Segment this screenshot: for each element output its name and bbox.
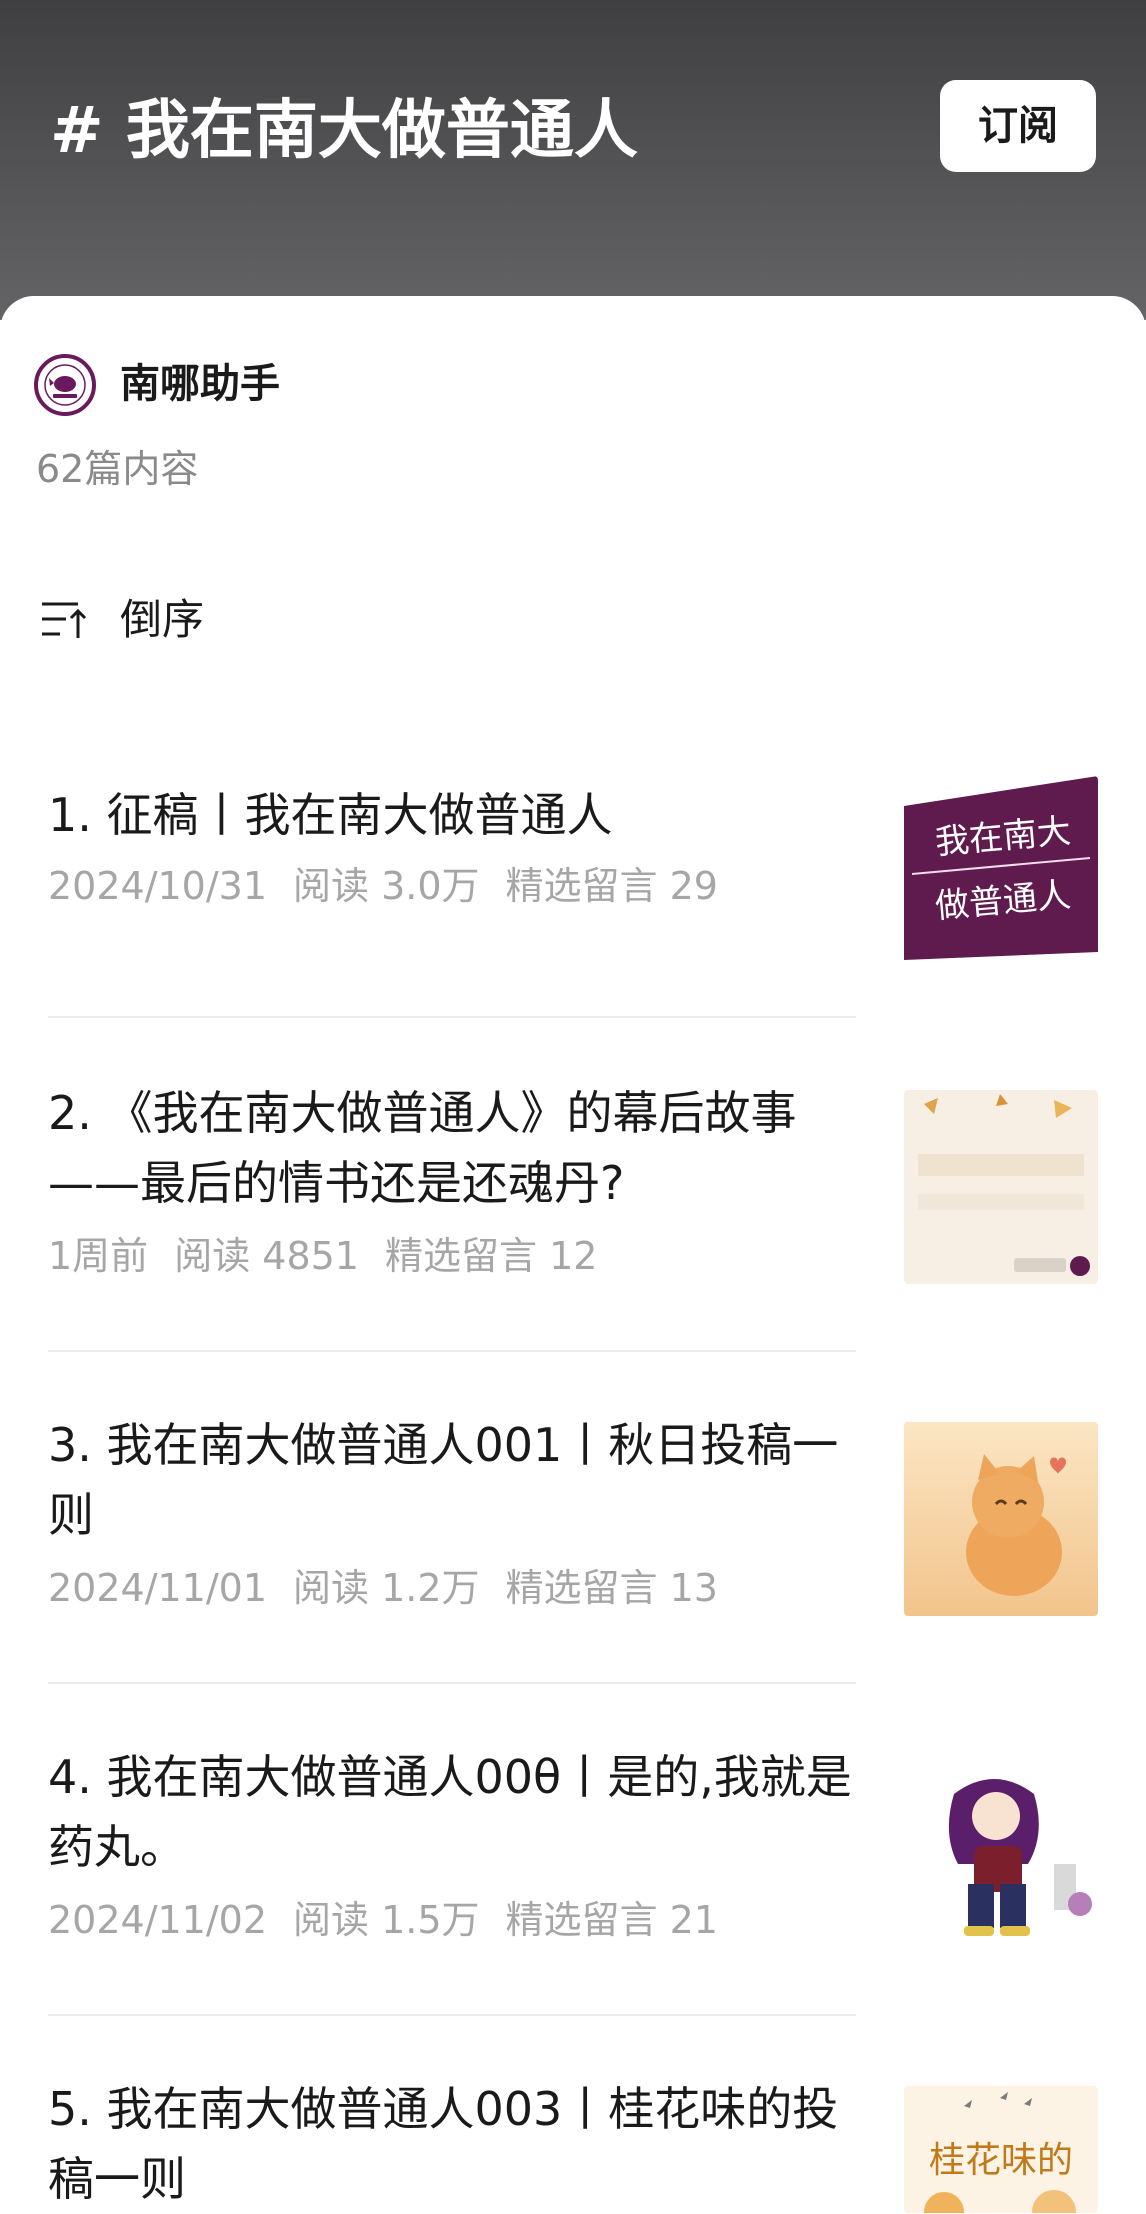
sort-label: 倒序	[120, 595, 205, 644]
sort-icon	[42, 602, 87, 638]
article-reads: 阅读 1.5万	[293, 1898, 480, 1942]
article-comments: 精选留言 12	[384, 1234, 598, 1278]
article-date: 2024/11/02	[48, 1898, 268, 1942]
divider	[48, 1682, 856, 1684]
article-meta: 2024/11/01 阅读 1.2万 精选留言 13	[48, 1562, 744, 1614]
account-avatar-icon[interactable]	[34, 354, 96, 416]
article-date: 2024/11/01	[48, 1566, 268, 1610]
account-name[interactable]: 南哪助手	[120, 356, 280, 412]
content-count: 62篇内容	[36, 447, 199, 491]
article-title[interactable]: 5. 我在南大做普通人003丨桂花味的投稿一则	[48, 2074, 868, 2214]
article-comments: 精选留言 21	[505, 1898, 718, 1942]
article-title[interactable]: 4. 我在南大做普通人00θ丨是的,我就是药丸。	[48, 1742, 868, 1882]
article-date: 1周前	[48, 1234, 149, 1278]
divider	[48, 2014, 856, 2016]
topic-title: # 我在南大做普通人	[50, 94, 638, 168]
osmanthus-thumbnail[interactable]: 桂花味的	[904, 2086, 1098, 2213]
purple-banner-thumbnail[interactable]: 我在南大 做普通人	[904, 776, 1098, 970]
article-meta: 2024/11/02 阅读 1.5万 精选留言 21	[48, 1894, 744, 1946]
content-card: 南哪助手 62篇内容 倒序 1. 征稿丨我在南大做普通人 2024/10/31 阅…	[0, 296, 1146, 2213]
article-reads: 阅读 3.0万	[293, 864, 480, 908]
divider	[48, 1016, 856, 1018]
article-comments: 精选留言 13	[505, 1566, 718, 1610]
divider	[48, 1350, 856, 1352]
sort-toggle[interactable]: 倒序	[40, 590, 340, 650]
dialogue-card-thumbnail[interactable]	[904, 1090, 1098, 1284]
article-title[interactable]: 1. 征稿丨我在南大做普通人	[48, 780, 868, 850]
orange-cat-thumbnail[interactable]	[904, 1422, 1098, 1616]
svg-text:桂花味的: 桂花味的	[929, 2140, 1073, 2181]
article-title[interactable]: 2. 《我在南大做普通人》的幕后故事——最后的情书还是还魂丹?	[48, 1078, 868, 1218]
article-reads: 阅读 1.2万	[293, 1566, 480, 1610]
article-date: 2024/10/31	[48, 864, 268, 908]
topic-header: # 我在南大做普通人 订阅	[0, 0, 1146, 320]
article-reads: 阅读 4851	[174, 1234, 359, 1278]
article-meta: 1周前 阅读 4851 精选留言 12	[48, 1230, 623, 1282]
anime-character-thumbnail[interactable]	[904, 1754, 1098, 1948]
article-meta: 2024/10/31 阅读 3.0万 精选留言 29	[48, 860, 744, 912]
article-title[interactable]: 3. 我在南大做普通人001丨秋日投稿一则	[48, 1410, 868, 1550]
subscribe-button[interactable]: 订阅	[940, 80, 1096, 172]
article-comments: 精选留言 29	[505, 864, 718, 908]
